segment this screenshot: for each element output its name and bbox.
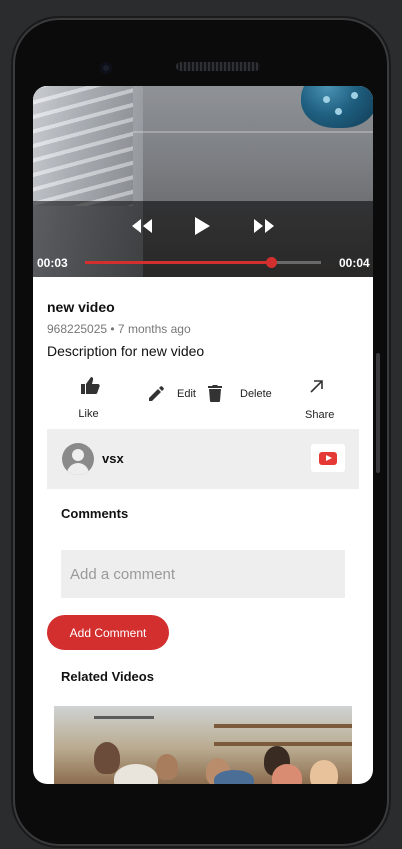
comments-heading: Comments [61, 506, 129, 521]
video-description: Description for new video [47, 343, 205, 359]
seek-bar[interactable] [85, 257, 321, 268]
power-button [376, 353, 380, 473]
delete-label: Delete [240, 388, 272, 400]
trash-icon [208, 385, 222, 402]
play-icon[interactable] [193, 216, 211, 236]
youtube-icon [319, 452, 337, 465]
youtube-button[interactable] [311, 444, 345, 472]
rewind-icon[interactable] [131, 218, 153, 234]
video-frame-blinds [33, 86, 133, 206]
related-videos-heading: Related Videos [61, 669, 154, 684]
app-screen: 00:03 00:04 new video 968225025 • 7 mont… [33, 86, 373, 784]
like-label: Like [78, 408, 99, 420]
pencil-icon [149, 386, 164, 401]
avatar-icon [62, 443, 94, 475]
earpiece-speaker [176, 62, 260, 71]
video-title: new video [47, 299, 115, 315]
video-frame-lamp [301, 86, 373, 128]
player-controls-overlay [33, 201, 373, 277]
like-button[interactable]: Like [77, 376, 101, 420]
video-frame-ceiling [133, 131, 373, 133]
fast-forward-icon[interactable] [253, 218, 275, 234]
add-comment-button[interactable]: Add Comment [47, 615, 169, 650]
video-player[interactable]: 00:03 00:04 [33, 86, 373, 277]
comment-input[interactable] [61, 550, 345, 598]
current-time: 00:03 [37, 256, 68, 270]
edit-label: Edit [177, 388, 196, 400]
channel-name: vsx [102, 451, 124, 466]
video-meta: 968225025 • 7 months ago [47, 322, 191, 336]
duration-time: 00:04 [339, 256, 370, 270]
related-video-thumbnail[interactable] [54, 706, 352, 784]
seek-bar-progress [85, 261, 272, 264]
thumb-up-icon [80, 377, 100, 394]
share-label: Share [305, 409, 335, 421]
front-camera [100, 62, 112, 74]
arrow-up-right-icon [310, 380, 323, 393]
channel-row[interactable]: vsx [47, 429, 359, 489]
